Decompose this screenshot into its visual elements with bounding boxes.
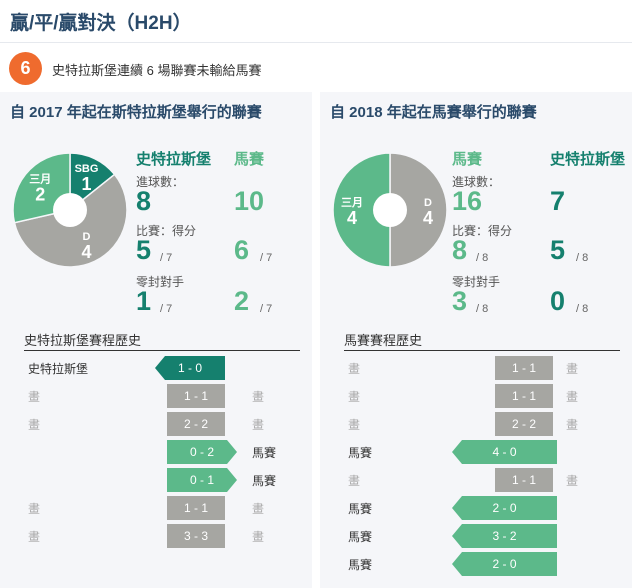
wins-marseille: 6 (234, 235, 250, 265)
pie-slice-value: 4 (347, 208, 357, 228)
score-badge: 0 - 2 (167, 440, 237, 464)
panel-title: 自 2018 年起在馬賽舉行的聯賽 (330, 104, 537, 121)
streak-count-badge: 6 (9, 52, 42, 85)
score-badge: 2 - 2 (495, 412, 553, 436)
results-donut-chart: SBG1D4三月2 (12, 152, 128, 268)
streak-text: 史特拉斯堡連續 6 場聯賽未輸給馬賽 (52, 63, 262, 78)
row-left-label: 畫 (348, 474, 361, 488)
team-name-strasbourg: 史特拉斯堡 (550, 151, 626, 168)
row-right-label: 畫 (566, 362, 579, 376)
clean-sheets-strasbourg: 0 (550, 286, 566, 316)
score-badge: 3 - 2 (452, 524, 557, 548)
history-row: 馬賽 2 - 0 (320, 550, 632, 578)
row-right-label: 馬賽 (252, 474, 277, 488)
wins-denominator: / 7 (160, 252, 173, 264)
row-right-label: 畫 (566, 418, 579, 432)
score-badge: 1 - 1 (495, 384, 553, 408)
score-badge: 1 - 1 (495, 468, 553, 492)
goals-strasbourg: 7 (550, 186, 566, 216)
donut-hole (373, 193, 407, 227)
donut-hole (53, 193, 87, 227)
goals-marseille: 16 (452, 186, 483, 216)
clean-sheets-denominator: / 8 (576, 303, 589, 315)
history-row: 0 - 1 馬賽 (0, 466, 312, 494)
score-badge: 2 - 0 (452, 496, 557, 520)
clean-sheets-strasbourg: 1 (136, 286, 152, 316)
row-left-label: 畫 (348, 418, 361, 432)
wins-strasbourg: 5 (550, 235, 566, 265)
pie-slice-value: 4 (81, 242, 91, 262)
row-right-label: 畫 (566, 474, 579, 488)
score-badge: 1 - 1 (167, 496, 225, 520)
history-divider (24, 350, 300, 351)
row-left-label: 馬賽 (348, 558, 373, 572)
row-right-label: 畫 (566, 390, 579, 404)
history-row: 馬賽 4 - 0 (320, 438, 632, 466)
header-divider (0, 42, 632, 43)
team-name-strasbourg: 史特拉斯堡 (136, 151, 212, 168)
clean-sheets-denominator: / 8 (476, 303, 489, 315)
panel-title: 自 2017 年起在斯特拉斯堡舉行的聯賽 (10, 104, 262, 121)
score-badge: 1 - 1 (167, 384, 225, 408)
score-badge: 0 - 1 (167, 468, 237, 492)
history-row: 畫 1 - 1 畫 (320, 382, 632, 410)
row-right-label: 馬賽 (252, 446, 277, 460)
score-badge: 3 - 3 (167, 524, 225, 548)
row-right-label: 畫 (252, 390, 265, 404)
wins-denominator: / 7 (260, 252, 273, 264)
history-row: 史特拉斯堡 1 - 0 (0, 354, 312, 382)
pie-slice-value: 4 (423, 208, 433, 228)
pie-slice-value: 2 (35, 184, 45, 204)
team-name-marseille: 馬賽 (234, 151, 265, 168)
row-left-label: 畫 (28, 418, 41, 432)
clean-sheets-marseille: 3 (452, 286, 468, 316)
history-row: 畫 1 - 1 畫 (320, 354, 632, 382)
clean-sheets-denominator: / 7 (160, 303, 173, 315)
row-left-label: 馬賽 (348, 446, 373, 460)
row-left-label: 史特拉斯堡 (28, 362, 89, 376)
row-left-label: 馬賽 (348, 502, 373, 516)
row-left-label: 畫 (348, 390, 361, 404)
row-left-label: 馬賽 (348, 530, 373, 544)
wins-strasbourg: 5 (136, 235, 152, 265)
pie-slice-value: 1 (81, 174, 91, 194)
row-right-label: 畫 (252, 502, 265, 516)
page-title: 贏/平/贏對決（H2H） (10, 13, 192, 34)
row-right-label: 畫 (252, 530, 265, 544)
history-row: 馬賽 3 - 2 (320, 522, 632, 550)
history-row: 畫 3 - 3 畫 (0, 522, 312, 550)
history-row: 馬賽 2 - 0 (320, 494, 632, 522)
clean-sheets-denominator: / 7 (260, 303, 273, 315)
results-donut-chart: D4三月4 (332, 152, 448, 268)
history-row: 畫 1 - 1 畫 (0, 494, 312, 522)
goals-marseille: 10 (234, 186, 265, 216)
history-row: 畫 1 - 1 畫 (0, 382, 312, 410)
score-badge: 1 - 1 (495, 356, 553, 380)
history-row: 畫 2 - 2 畫 (320, 410, 632, 438)
score-badge: 1 - 0 (155, 356, 225, 380)
history-row: 0 - 2 馬賽 (0, 438, 312, 466)
history-title: 馬賽賽程歷史 (344, 333, 423, 348)
score-badge: 2 - 0 (452, 552, 557, 576)
score-badge: 2 - 2 (167, 412, 225, 436)
history-row: 畫 2 - 2 畫 (0, 410, 312, 438)
row-left-label: 畫 (28, 530, 41, 544)
row-left-label: 畫 (28, 502, 41, 516)
row-right-label: 畫 (252, 418, 265, 432)
panel-home-strasbourg: 自 2017 年起在斯特拉斯堡舉行的聯賽 SBG 1 D 4 三月 2 史特拉斯堡 馬賽 … (0, 92, 312, 588)
row-left-label: 畫 (348, 362, 361, 376)
goals-strasbourg: 8 (136, 186, 152, 216)
history-divider (344, 350, 620, 351)
history-row: 畫 1 - 1 畫 (320, 466, 632, 494)
wins-marseille: 8 (452, 235, 468, 265)
panel-home-marseille: 自 2018 年起在馬賽舉行的聯賽 D 4 三月 4 馬賽 史特拉斯堡 進球數： 16… (320, 92, 632, 588)
team-name-marseille: 馬賽 (452, 151, 483, 168)
wins-denominator: / 8 (576, 252, 589, 264)
wins-denominator: / 8 (476, 252, 489, 264)
row-left-label: 畫 (28, 390, 41, 404)
clean-sheets-marseille: 2 (234, 286, 250, 316)
score-badge: 4 - 0 (452, 440, 557, 464)
history-title: 史特拉斯堡賽程歷史 (24, 333, 142, 348)
